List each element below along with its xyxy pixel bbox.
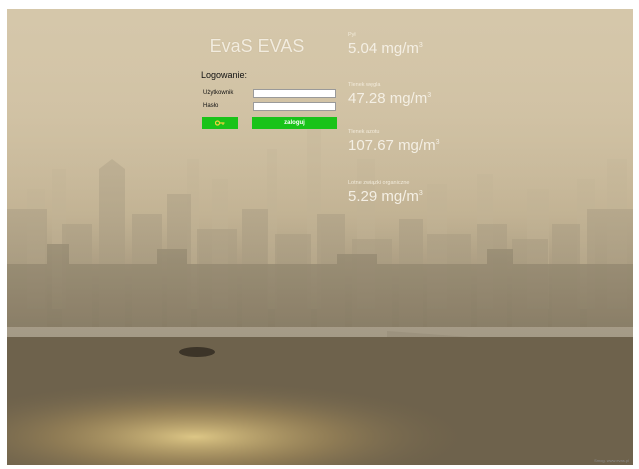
username-label: Użytkownik bbox=[203, 90, 234, 96]
key-button[interactable] bbox=[202, 117, 238, 129]
metric-unit: mg/m bbox=[389, 90, 428, 107]
metric-unit-exponent: 3 bbox=[418, 190, 423, 197]
metric-label-voc: Lotne związki organiczne bbox=[348, 180, 410, 186]
metric-number: 5.04 bbox=[348, 40, 378, 57]
metric-number: 5.29 bbox=[348, 188, 378, 205]
metric-unit-exponent: 3 bbox=[427, 92, 432, 99]
footer-note: Smog. www.evas.pl bbox=[594, 458, 629, 463]
login-heading: Logowanie: bbox=[201, 70, 248, 80]
city-smog-image bbox=[7, 9, 633, 465]
key-icon bbox=[215, 120, 225, 126]
metric-value-co: 47.28 mg/m3 bbox=[348, 90, 431, 107]
app-title: EvaS EVAS bbox=[209, 36, 305, 56]
metric-number: 47.28 bbox=[348, 90, 386, 107]
metric-label-nox: Tlenek azotu bbox=[348, 129, 380, 135]
metric-label-co: Tlenek węgla bbox=[348, 82, 381, 88]
metric-unit-exponent: 3 bbox=[435, 139, 440, 146]
metric-unit: mg/m bbox=[398, 137, 436, 154]
metric-value-nox: 107.67 mg/m3 bbox=[348, 137, 439, 154]
background-photo: EvaS EVAS Logowanie: Użytkownik Hasło za… bbox=[7, 9, 633, 465]
metric-unit: mg/m bbox=[381, 188, 419, 205]
password-input[interactable] bbox=[253, 102, 336, 111]
username-input[interactable] bbox=[253, 89, 336, 98]
metric-unit-exponent: 3 bbox=[418, 42, 423, 49]
password-label: Hasło bbox=[203, 103, 219, 109]
metric-number: 107.67 bbox=[348, 137, 394, 154]
metric-value-voc: 5.29 mg/m3 bbox=[348, 188, 423, 205]
login-button[interactable]: zaloguj bbox=[252, 117, 337, 129]
metric-unit: mg/m bbox=[381, 40, 419, 57]
metric-value-dust: 5.04 mg/m3 bbox=[348, 40, 423, 57]
metric-label-dust: Pył bbox=[348, 32, 356, 38]
